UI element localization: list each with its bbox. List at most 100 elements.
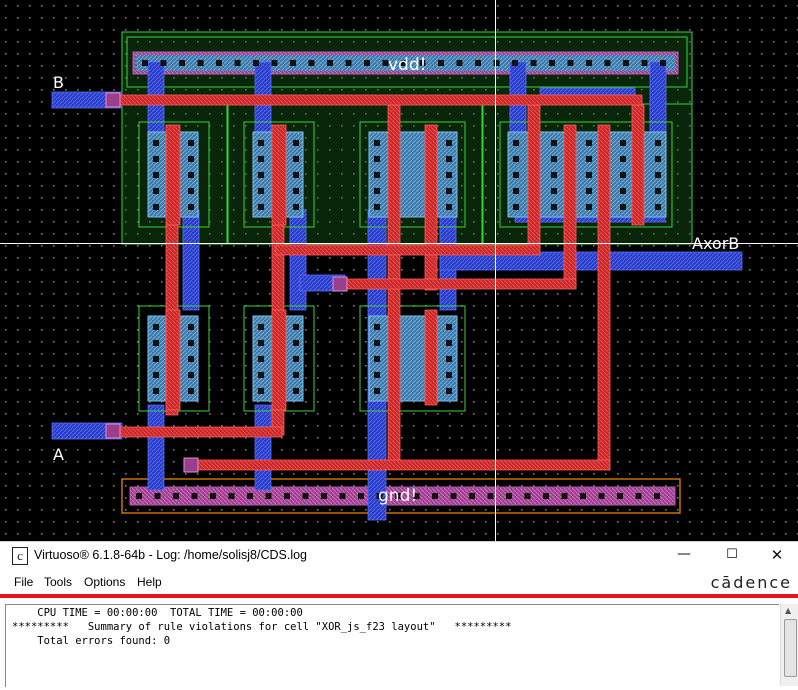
contact-cut — [258, 204, 264, 210]
contact-cut — [598, 493, 605, 499]
contact-cut — [293, 324, 299, 330]
contact-cut — [293, 156, 299, 162]
contact-cut — [160, 60, 167, 66]
contact-cut — [655, 172, 661, 178]
layout-canvas[interactable]: vdd! gnd! B A AxorB — [0, 0, 798, 541]
contact-cut — [374, 156, 380, 162]
contact-cut — [446, 324, 452, 330]
contact-cut — [620, 188, 626, 194]
scrollbar-thumb[interactable] — [784, 619, 797, 677]
contact-cut — [258, 388, 264, 394]
log-line: ********* Summary of rule violations for… — [12, 621, 512, 633]
contact-cut — [271, 60, 278, 66]
contact-cut — [188, 204, 194, 210]
contact-cut — [327, 60, 333, 66]
contact-cut — [506, 493, 512, 499]
contact-cut — [258, 340, 264, 346]
log-output[interactable]: CPU TIME = 00:00:00 TOTAL TIME = 00:00:0… — [5, 604, 779, 687]
contact-cut — [153, 188, 159, 194]
contact-cut — [345, 60, 352, 66]
contact-cut — [493, 60, 500, 66]
contact-cut — [293, 372, 299, 378]
contact-cut — [293, 172, 299, 178]
contact-cut — [567, 60, 574, 66]
input-b-label: B — [53, 73, 64, 92]
contact-cut — [188, 172, 194, 178]
contact-cut — [258, 372, 264, 378]
contact-cut — [446, 356, 452, 362]
contact-cut — [432, 493, 438, 499]
contact-cut — [302, 493, 309, 499]
contact-cut — [321, 493, 327, 499]
contact-cut — [469, 493, 475, 499]
scroll-up-arrow-icon[interactable]: ▲ — [785, 606, 791, 615]
minimize-button[interactable]: — — [664, 544, 704, 566]
contact-cut — [188, 388, 194, 394]
contact-cut — [374, 204, 380, 210]
contact-cut — [374, 356, 380, 362]
contact-cut — [258, 140, 264, 146]
contact-cut — [512, 60, 518, 66]
contact-cut — [358, 493, 364, 499]
contact-cut — [623, 60, 629, 66]
contact-cut — [446, 340, 452, 346]
contact-cut — [228, 493, 235, 499]
menu-tools[interactable]: Tools — [44, 575, 72, 589]
contact-cut — [655, 156, 661, 162]
contact-cut — [188, 372, 194, 378]
contact-cut — [586, 60, 592, 66]
contact-cut — [188, 340, 194, 346]
contact-cut — [475, 60, 481, 66]
brand-divider — [0, 594, 798, 598]
contact-cut — [660, 60, 666, 66]
contact-cut — [635, 493, 642, 499]
title-bar[interactable]: c Virtuoso® 6.1.8-64b - Log: /home/solis… — [0, 542, 798, 569]
contact-cut — [551, 172, 557, 178]
contact-cut — [620, 204, 626, 210]
contact-cut — [617, 493, 623, 499]
contact-cut — [374, 372, 380, 378]
contact-cut — [197, 60, 204, 66]
contact-cut — [513, 156, 519, 162]
maximize-button[interactable]: ☐ — [712, 544, 752, 566]
contact-cut — [513, 140, 519, 146]
menu-options[interactable]: Options — [84, 575, 125, 589]
log-line: Total errors found: 0 — [12, 635, 171, 647]
contact-cut — [153, 156, 159, 162]
contact-cut — [446, 372, 452, 378]
contact-cut — [620, 156, 626, 162]
contact-cut — [604, 60, 611, 66]
contact-cut — [530, 60, 537, 66]
contact-cut — [446, 388, 452, 394]
contact-cut — [374, 324, 380, 330]
contact-cut — [374, 340, 380, 346]
log-window: c Virtuoso® 6.1.8-64b - Log: /home/solis… — [0, 541, 798, 690]
contact-cut — [247, 493, 253, 499]
contact-cut — [446, 204, 452, 210]
contact-cut — [234, 60, 241, 66]
contact-cut — [258, 188, 264, 194]
cadence-logo: cādence — [710, 573, 792, 592]
contact-cut — [374, 388, 380, 394]
contact-cut — [446, 156, 452, 162]
contact-cut — [456, 60, 463, 66]
contact-cut — [374, 172, 380, 178]
cadence-app-icon: c — [12, 547, 28, 565]
contact-cut — [253, 60, 259, 66]
contact-cut — [551, 156, 557, 162]
contact-cut — [580, 493, 586, 499]
contact-cut — [543, 493, 549, 499]
close-button[interactable]: ✕ — [757, 544, 797, 566]
contact-cut — [290, 60, 296, 66]
menu-help[interactable]: Help — [137, 575, 162, 589]
log-scrollbar[interactable]: ▲ — [780, 604, 798, 686]
contact-cut — [374, 188, 380, 194]
contact-cut — [258, 324, 264, 330]
contact-cut — [586, 156, 592, 162]
contact-cut — [620, 140, 626, 146]
contact-cut — [153, 388, 159, 394]
contact-cut — [153, 172, 159, 178]
contact-cut — [210, 493, 216, 499]
menu-file[interactable]: File — [14, 575, 33, 589]
contact-cut — [641, 60, 648, 66]
